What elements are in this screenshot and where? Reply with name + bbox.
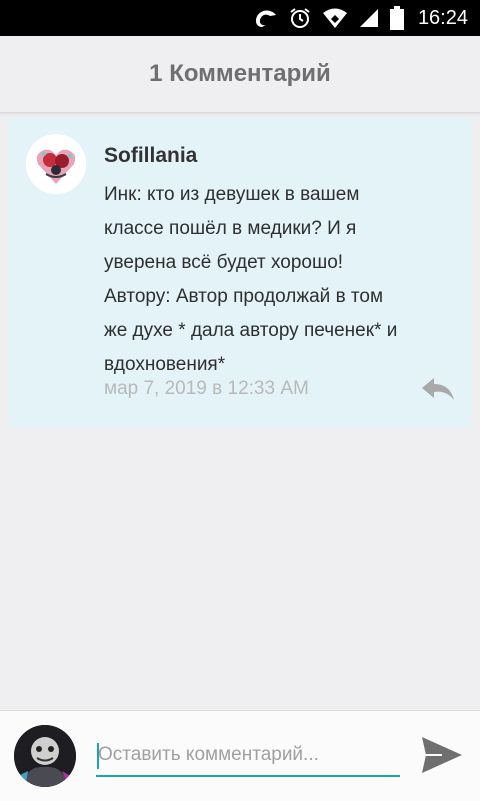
author-avatar[interactable] xyxy=(26,134,86,194)
reply-icon[interactable] xyxy=(420,376,456,402)
status-icons: 16:24 xyxy=(252,0,468,36)
comment-timestamp: мар 7, 2019 в 12:33 AM xyxy=(104,378,309,399)
page-title: 1 Комментарий xyxy=(149,60,331,87)
status-clock: 16:24 xyxy=(417,6,468,29)
text-caret xyxy=(97,743,99,769)
comment-input[interactable] xyxy=(96,737,400,777)
comment-card: Sofillania Инк: кто из девушек в вашем к… xyxy=(8,118,472,428)
user-avatar[interactable] xyxy=(14,725,76,787)
author-name[interactable]: Sofillania xyxy=(104,144,197,168)
comment-composer xyxy=(0,710,480,801)
battery-icon xyxy=(389,6,404,30)
app-notification-icon xyxy=(252,7,278,29)
alarm-icon xyxy=(288,6,312,30)
wifi-icon xyxy=(322,7,348,29)
send-icon xyxy=(422,737,462,773)
send-button[interactable] xyxy=(418,733,466,777)
status-bar: 16:24 xyxy=(0,0,480,36)
header: 1 Комментарий xyxy=(0,36,480,113)
comment-text: Инк: кто из девушек в вашем классе пошёл… xyxy=(104,184,398,375)
signal-icon xyxy=(358,7,380,29)
